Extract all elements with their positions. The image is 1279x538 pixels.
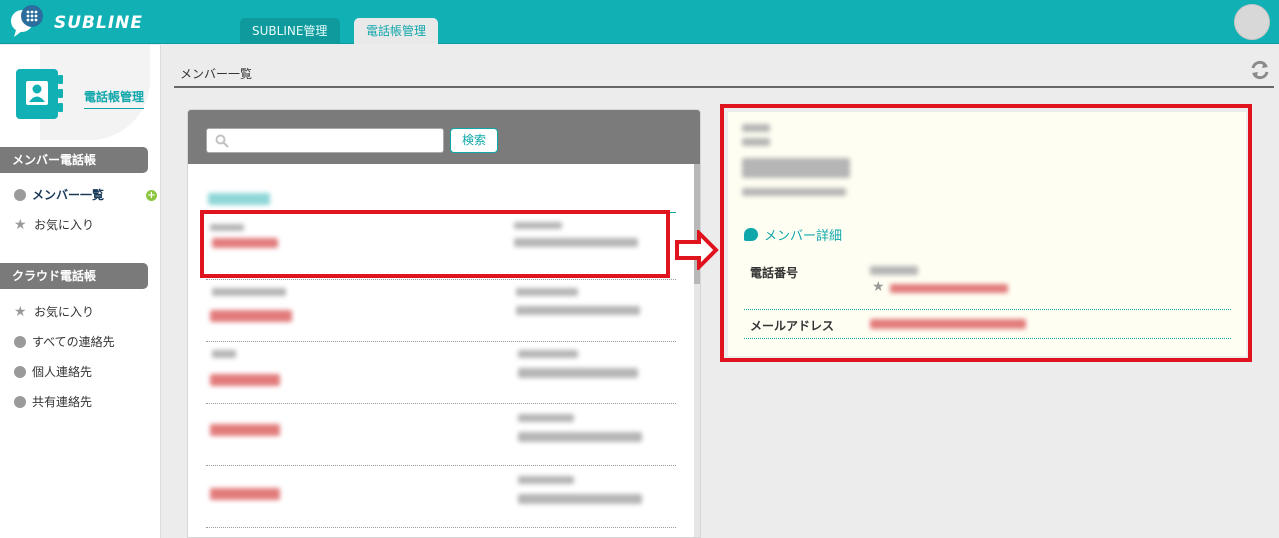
dot-icon [14, 335, 26, 348]
title-divider [174, 86, 1274, 88]
sidebar-item-member-favorites[interactable]: ★ お気に入り [14, 216, 94, 233]
add-icon[interactable]: + [146, 190, 157, 201]
list-item[interactable] [206, 404, 676, 466]
phonebook-icon [16, 69, 63, 119]
detail-divider [744, 338, 1231, 339]
tab-phonebook-admin[interactable]: 電話帳管理 [354, 18, 438, 44]
speech-bubble-icon [744, 228, 758, 241]
phone-number-label: 電話番号 [750, 266, 799, 280]
list-group-header [206, 185, 676, 213]
top-bar: SUBLINE SUBLINE管理 電話帳管理 [0, 0, 1279, 44]
sidebar-item-member-list[interactable]: メンバー一覧 [14, 186, 104, 203]
search-icon [215, 134, 229, 148]
sidebar-item-label: 個人連絡先 [32, 365, 93, 379]
member-detail-caption: メンバー詳細 [744, 225, 842, 244]
member-list-panel: 検索 [187, 109, 701, 538]
redacted-text [742, 124, 770, 132]
email-address-label: メールアドレス [750, 319, 835, 333]
redacted-phone-favorite [890, 284, 1008, 293]
search-bar: 検索 [188, 110, 700, 164]
redacted-text [742, 138, 770, 146]
star-icon[interactable]: ★ [872, 280, 886, 294]
star-icon: ★ [14, 303, 27, 320]
redacted-email [870, 319, 1026, 329]
search-button[interactable]: 検索 [450, 128, 498, 153]
selected-row-highlight [200, 210, 670, 278]
list-item[interactable] [206, 342, 676, 404]
sidebar-item-label: 共有連絡先 [32, 395, 93, 409]
tab-subline-admin[interactable]: SUBLINE管理 [240, 18, 340, 44]
sidebar-item-cloud-favorites[interactable]: ★ お気に入り [14, 303, 94, 320]
list-item[interactable] [206, 466, 676, 528]
dot-icon [14, 188, 26, 201]
avatar[interactable] [1234, 4, 1270, 40]
sidebar-item-label: お気に入り [34, 305, 95, 319]
detail-divider [744, 309, 1231, 310]
star-icon: ★ [14, 216, 27, 233]
list-item[interactable] [206, 280, 676, 342]
dot-icon [14, 395, 26, 408]
section-heading-cloud-phonebook: クラウド電話帳 [0, 263, 148, 289]
sidebar-item-label: すべての連絡先 [32, 335, 115, 349]
sidebar-item-shared-contacts[interactable]: 共有連絡先 [14, 393, 92, 410]
redacted-name [742, 158, 850, 178]
search-input[interactable] [235, 131, 435, 150]
page-title: メンバー一覧 [180, 67, 253, 81]
detail-caption-text: メンバー詳細 [764, 229, 843, 244]
sidebar: 電話帳管理 メンバー電話帳 メンバー一覧 + ★ お気に入り クラウド電話帳 ★… [0, 45, 161, 538]
member-detail-panel: メンバー詳細 電話番号 ★ メールアドレス [728, 112, 1246, 356]
list-scrollbar[interactable] [694, 164, 700, 537]
search-field[interactable] [206, 128, 444, 153]
redacted-group-label [208, 193, 270, 205]
logo-text: SUBLINE [54, 13, 144, 33]
sidebar-item-label: お気に入り [34, 218, 95, 232]
refresh-icon[interactable] [1249, 59, 1271, 81]
dot-icon [14, 365, 26, 378]
arrow-right-icon [675, 230, 719, 270]
redacted-text [742, 188, 846, 196]
subline-logo-icon [11, 5, 43, 37]
sidebar-title: 電話帳管理 [84, 88, 145, 109]
sidebar-item-personal-contacts[interactable]: 個人連絡先 [14, 363, 92, 380]
sidebar-item-label: メンバー一覧 [32, 188, 105, 202]
redacted-phone [870, 266, 918, 275]
sidebar-item-all-contacts[interactable]: すべての連絡先 [14, 333, 115, 350]
section-heading-member-phonebook: メンバー電話帳 [0, 147, 148, 173]
